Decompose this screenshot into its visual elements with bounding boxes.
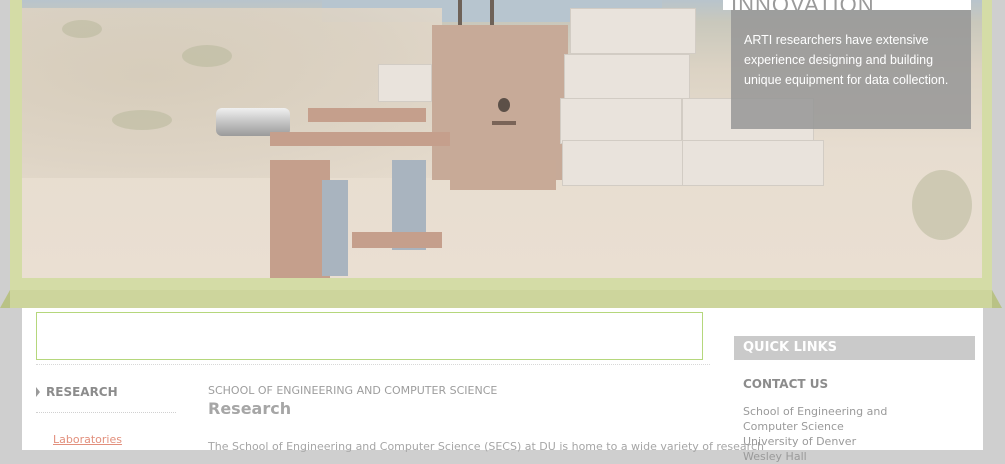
hero-concrete-block	[378, 64, 432, 102]
address-line: School of Engineering and	[743, 405, 888, 418]
hero-concrete-block	[682, 140, 824, 186]
page-content: RESEARCH Laboratories SCHOOL OF ENGINEER…	[22, 308, 983, 463]
address-line: Computer Science	[743, 420, 844, 433]
side-nav: RESEARCH Laboratories	[36, 380, 176, 446]
quick-links-panel: QUICK LINKS CONTACT US School of Enginee…	[734, 336, 975, 464]
hero-stand-leg	[322, 180, 348, 276]
hero-concrete-block	[560, 98, 682, 144]
divider	[36, 364, 710, 365]
hero-info-panel: INNOVATION ARTI researchers have extensi…	[723, 0, 971, 129]
hero-concrete-block	[564, 54, 690, 100]
hero-panel-title: INNOVATION	[723, 0, 971, 10]
hero-shrub	[912, 170, 972, 240]
chevron-right-icon	[36, 387, 40, 397]
hero-container-slot	[492, 121, 516, 125]
hero-concrete-block	[570, 8, 696, 54]
quick-links-heading: QUICK LINKS	[734, 336, 975, 360]
hero-panel-text: ARTI researchers have extensive experien…	[744, 33, 949, 87]
contact-address: School of Engineering and Computer Scien…	[734, 404, 975, 464]
hero-support-post	[270, 160, 330, 278]
hero-pipe	[490, 0, 494, 26]
address-line: University of Denver	[743, 435, 857, 448]
hero-pipe	[458, 0, 462, 26]
hero-rail	[270, 132, 450, 146]
section-eyebrow: SCHOOL OF ENGINEERING AND COMPUTER SCIEN…	[208, 384, 498, 397]
hero-shrub	[62, 20, 102, 38]
address-line: Wesley Hall	[743, 450, 807, 463]
contact-us-heading: CONTACT US	[743, 377, 829, 391]
side-nav-heading-row[interactable]: RESEARCH	[36, 380, 176, 413]
hero-rail	[308, 108, 426, 122]
hero-steel-container	[432, 25, 568, 180]
side-nav-item-laboratories[interactable]: Laboratories	[53, 433, 176, 446]
banner-placeholder	[36, 312, 703, 360]
hero-concrete-block	[562, 140, 684, 186]
intro-paragraph: The School of Engineering and Computer S…	[208, 440, 764, 453]
hero-shrub	[182, 45, 232, 67]
hero-pallet	[450, 160, 556, 190]
hero-shrub	[112, 110, 172, 130]
hero-frame-ledge	[0, 290, 1002, 308]
page-title: Research	[208, 399, 292, 418]
hero-container-port	[498, 98, 510, 112]
hero-base-beam	[352, 232, 442, 248]
side-nav-heading[interactable]: RESEARCH	[46, 385, 118, 399]
main-column: SCHOOL OF ENGINEERING AND COMPUTER SCIEN…	[208, 384, 764, 453]
